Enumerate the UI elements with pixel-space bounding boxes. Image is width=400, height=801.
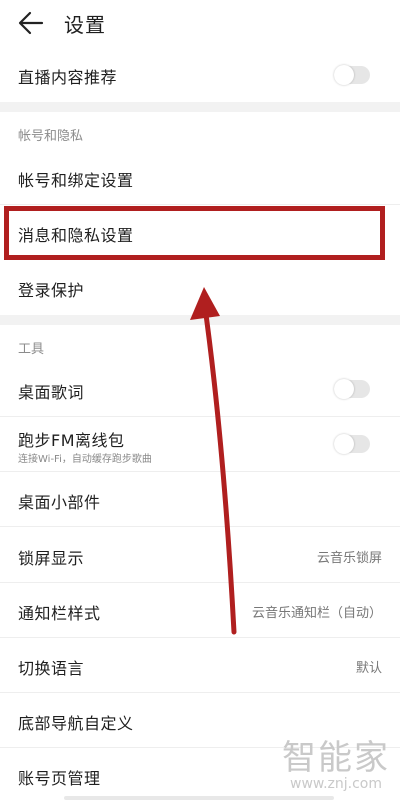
watermark: 智能家 www.znj.com [282,740,390,792]
annotation-arrow-icon [190,287,237,635]
watermark-url: www.znj.com [290,776,382,792]
bottom-gesture-bar [64,796,334,800]
watermark-text: 智能家 [282,738,390,778]
